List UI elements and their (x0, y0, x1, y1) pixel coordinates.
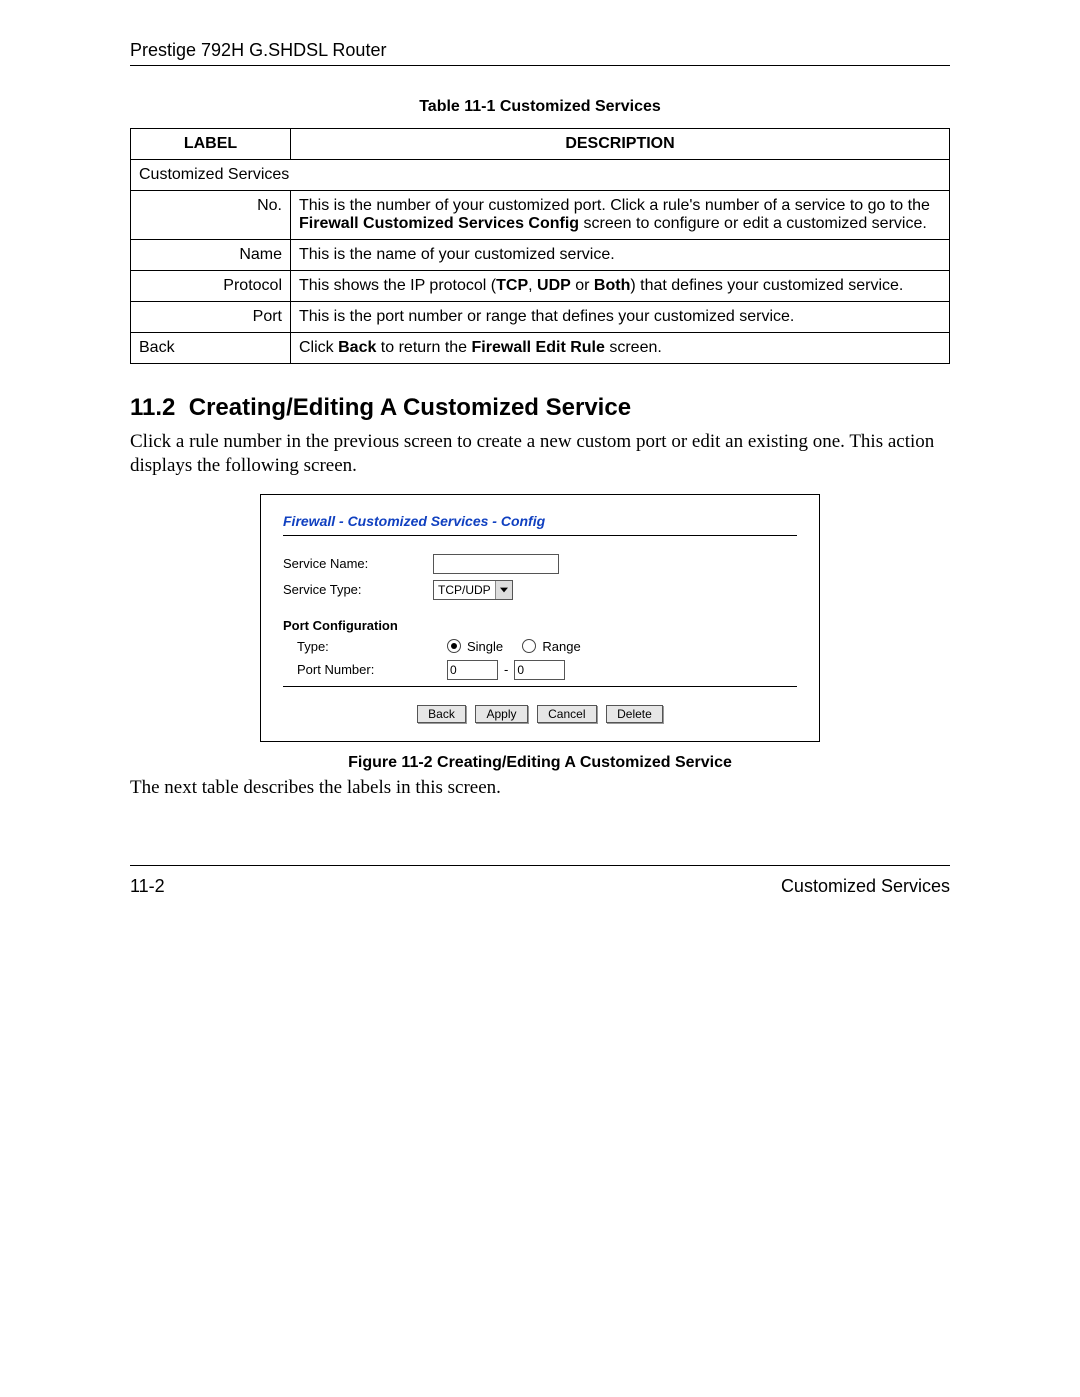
service-name-label: Service Name: (283, 556, 433, 571)
customized-services-table: LABEL DESCRIPTION Customized ServicesNo.… (130, 128, 950, 364)
config-screenshot: Firewall - Customized Services - Config … (260, 494, 820, 742)
port-type-label: Type: (283, 639, 447, 654)
breadcrumb: Firewall - Customized Services - Config (283, 513, 797, 529)
table-row: ProtocolThis shows the IP protocol (TCP,… (131, 271, 950, 302)
chevron-down-icon (495, 581, 512, 599)
radio-range[interactable] (522, 639, 536, 653)
figure-caption: Figure 11-2 Creating/Editing A Customize… (130, 754, 950, 772)
table-row: PortThis is the port number or range tha… (131, 302, 950, 333)
table-row: Customized Services (131, 160, 950, 191)
row-label: Name (131, 240, 291, 271)
col-label: LABEL (131, 129, 291, 160)
port-config-header: Port Configuration (283, 618, 797, 633)
row-desc: This is the port number or range that de… (291, 302, 950, 333)
section-intro: Click a rule number in the previous scre… (130, 430, 950, 478)
port-to-input[interactable] (514, 660, 565, 680)
service-type-label: Service Type: (283, 582, 433, 597)
section-outro: The next table describes the labels in t… (130, 776, 950, 800)
footer-rule (130, 865, 950, 866)
port-from-input[interactable] (447, 660, 498, 680)
service-type-select[interactable]: TCP/UDP (433, 580, 513, 600)
table-row: No.This is the number of your customized… (131, 191, 950, 240)
section-title: Creating/Editing A Customized Service (189, 394, 631, 421)
radio-single[interactable] (447, 639, 461, 653)
row-label: No. (131, 191, 291, 240)
table-row: BackClick Back to return the Firewall Ed… (131, 333, 950, 364)
cancel-button[interactable]: Cancel (537, 705, 596, 723)
footer-page-number: 11-2 (130, 876, 165, 897)
row-label: Back (131, 333, 291, 364)
radio-single-label: Single (467, 639, 503, 654)
table-caption: Table 11-1 Customized Services (130, 98, 950, 116)
row-desc: Click Back to return the Firewall Edit R… (291, 333, 950, 364)
port-number-label: Port Number: (283, 662, 447, 677)
radio-range-label: Range (542, 639, 580, 654)
section-heading: 11.2 Creating/Editing A Customized Servi… (130, 394, 950, 422)
row-label: Port (131, 302, 291, 333)
header-rule (130, 65, 950, 66)
port-range-sep: - (504, 662, 508, 677)
footer-section-name: Customized Services (781, 876, 950, 897)
service-type-value: TCP/UDP (434, 581, 495, 599)
delete-button[interactable]: Delete (606, 705, 663, 723)
section-number: 11.2 (130, 394, 175, 421)
back-button[interactable]: Back (417, 705, 466, 723)
apply-button[interactable]: Apply (475, 705, 527, 723)
row-desc: This is the number of your customized po… (291, 191, 950, 240)
row-desc: This shows the IP protocol (TCP, UDP or … (291, 271, 950, 302)
row-label: Protocol (131, 271, 291, 302)
col-description: DESCRIPTION (291, 129, 950, 160)
row-desc: This is the name of your customized serv… (291, 240, 950, 271)
row-label: Customized Services (131, 160, 950, 191)
service-name-input[interactable] (433, 554, 559, 574)
table-row: NameThis is the name of your customized … (131, 240, 950, 271)
doc-header-title: Prestige 792H G.SHDSL Router (130, 40, 950, 65)
